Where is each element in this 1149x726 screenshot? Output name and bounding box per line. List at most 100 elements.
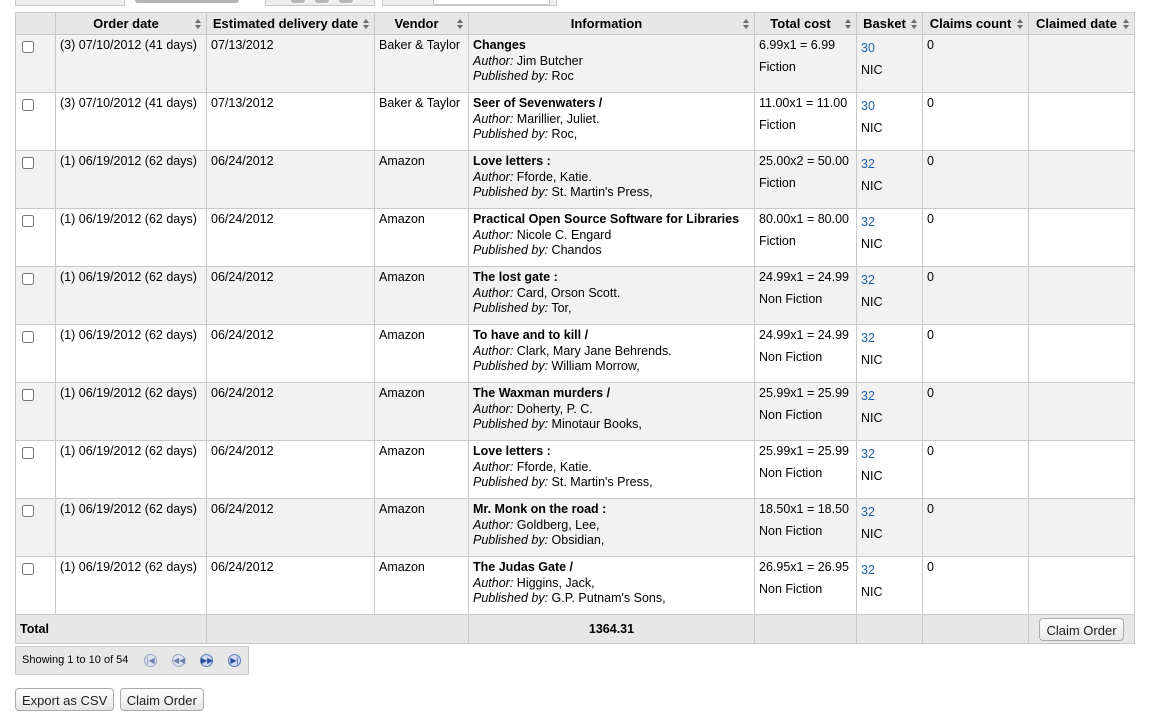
published-by-label: Published by: xyxy=(473,475,549,489)
basket-link[interactable]: 32 xyxy=(861,215,918,231)
basket: 32 NIC xyxy=(856,208,923,267)
published-by-label: Published by: xyxy=(473,533,549,547)
basket-link[interactable]: 32 xyxy=(861,273,918,289)
table-row: (1) 06/19/2012 (62 days) 06/24/2012 Amazon… xyxy=(15,382,1135,441)
branch: NIC xyxy=(861,294,883,309)
published-by-label: Published by: xyxy=(473,359,549,373)
basket-link[interactable]: 32 xyxy=(861,447,918,463)
title: To have and to kill / xyxy=(473,328,589,342)
order-date: (3) 07/10/2012 (41 days) xyxy=(55,92,207,151)
basket: 32 NIC xyxy=(856,382,923,441)
footer-empty xyxy=(206,614,469,644)
basket-link[interactable]: 30 xyxy=(861,41,918,57)
last-page-icon[interactable]: ▶| xyxy=(228,654,241,667)
publisher: Roc xyxy=(551,69,574,83)
author: Jim Butcher xyxy=(516,53,583,68)
vendor: Amazon xyxy=(374,266,469,325)
col-est-delivery[interactable]: Estimated delivery date xyxy=(206,12,375,35)
col-claimed-date[interactable]: Claimed date xyxy=(1028,12,1135,35)
col-basket[interactable]: Basket xyxy=(856,12,923,35)
claim-order-button[interactable]: Claim Order xyxy=(1039,617,1124,641)
footer-empty xyxy=(856,614,923,644)
basket: 30 NIC xyxy=(856,34,923,93)
claimed-date xyxy=(1028,440,1135,499)
row-select-checkbox[interactable] xyxy=(22,331,34,343)
published-by-label: Published by: xyxy=(473,301,549,315)
row-select-checkbox[interactable] xyxy=(22,447,34,459)
cost-calc: 25.99x1 = 25.99 xyxy=(759,444,850,458)
author-label: Author: xyxy=(473,517,514,532)
fund: Fiction xyxy=(759,175,796,190)
row-select-checkbox[interactable] xyxy=(22,41,34,53)
claims-count: 0 xyxy=(922,382,1029,441)
previous-page-icon[interactable]: ◀◀ xyxy=(172,654,185,667)
footer-empty xyxy=(754,614,857,644)
basket-link[interactable]: 32 xyxy=(861,157,918,173)
fund: Non Fiction xyxy=(759,291,823,306)
branch: NIC xyxy=(861,236,883,251)
basket: 32 NIC xyxy=(856,556,923,615)
row-select-checkbox[interactable] xyxy=(22,389,34,401)
row-select-checkbox[interactable] xyxy=(22,505,34,517)
table-row: (3) 07/10/2012 (41 days) 07/13/2012 Baker … xyxy=(15,92,1135,151)
basket: 32 NIC xyxy=(856,266,923,325)
author: Nicole C. Engard xyxy=(516,227,612,242)
information: Changes Author: Jim Butcher Published by: … xyxy=(468,34,755,93)
row-select-checkbox[interactable] xyxy=(22,273,34,285)
order-date: (1) 06/19/2012 (62 days) xyxy=(55,150,207,209)
cost-calc: 6.99x1 = 6.99 xyxy=(759,38,836,52)
vendor: Baker & Taylor xyxy=(374,92,469,151)
order-date: (1) 06/19/2012 (62 days) xyxy=(55,266,207,325)
branch: NIC xyxy=(861,352,883,367)
export-csv-button[interactable]: Export as CSV xyxy=(15,688,115,711)
order-date: (1) 06/19/2012 (62 days) xyxy=(55,324,207,383)
cost-calc: 25.00x2 = 50.00 xyxy=(759,154,850,168)
publisher: St. Martin's Press, xyxy=(551,185,653,199)
cost-calc: 18.50x1 = 18.50 xyxy=(759,502,850,516)
branch: NIC xyxy=(861,410,883,425)
author-label: Author: xyxy=(473,285,514,300)
claim-order-button[interactable]: Claim Order xyxy=(119,688,204,711)
row-select-checkbox[interactable] xyxy=(22,157,34,169)
order-date: (1) 06/19/2012 (62 days) xyxy=(55,440,207,499)
title: Love letters : xyxy=(473,444,551,458)
row-select-cell xyxy=(15,382,56,441)
sort-icon xyxy=(911,19,917,29)
col-total-cost[interactable]: Total cost xyxy=(754,12,857,35)
row-select-checkbox[interactable] xyxy=(22,99,34,111)
basket-link[interactable]: 32 xyxy=(861,505,918,521)
information: Seer of Sevenwaters / Author: Marillier, … xyxy=(468,92,755,151)
cost-calc: 24.99x1 = 24.99 xyxy=(759,328,850,342)
estimated-delivery-date: 06/24/2012 xyxy=(206,150,375,209)
claimed-date xyxy=(1028,498,1135,557)
basket-link[interactable]: 32 xyxy=(861,331,918,347)
first-page-icon[interactable]: |◀ xyxy=(144,654,157,667)
next-page-icon[interactable]: ▶▶ xyxy=(200,654,213,667)
publisher: Roc, xyxy=(551,127,578,141)
col-information[interactable]: Information xyxy=(468,12,755,35)
row-select-checkbox[interactable] xyxy=(22,563,34,575)
branch: NIC xyxy=(861,584,883,599)
row-select-cell xyxy=(15,34,56,93)
author: Clark, Mary Jane Behrends. xyxy=(516,343,672,358)
claimed-date xyxy=(1028,266,1135,325)
row-select-cell xyxy=(15,208,56,267)
order-date: (3) 07/10/2012 (41 days) xyxy=(55,34,207,93)
cost-calc: 80.00x1 = 80.00 xyxy=(759,212,850,226)
total-value: 1364.31 xyxy=(468,614,755,644)
branch: NIC xyxy=(861,178,883,193)
col-vendor[interactable]: Vendor xyxy=(374,12,469,35)
row-select-checkbox[interactable] xyxy=(22,215,34,227)
basket-link[interactable]: 32 xyxy=(861,563,918,579)
basket-link[interactable]: 32 xyxy=(861,389,918,405)
branch: NIC xyxy=(861,526,883,541)
col-order-date[interactable]: Order date xyxy=(55,12,207,35)
col-claims-count[interactable]: Claims count xyxy=(922,12,1029,35)
basket-link[interactable]: 30 xyxy=(861,99,918,115)
pagination-info: Showing 1 to 10 of 54 xyxy=(22,654,129,666)
order-date: (1) 06/19/2012 (62 days) xyxy=(55,382,207,441)
branch: NIC xyxy=(861,62,883,77)
published-by-label: Published by: xyxy=(473,185,549,199)
author: Card, Orson Scott. xyxy=(516,285,621,300)
fund: Fiction xyxy=(759,117,796,132)
